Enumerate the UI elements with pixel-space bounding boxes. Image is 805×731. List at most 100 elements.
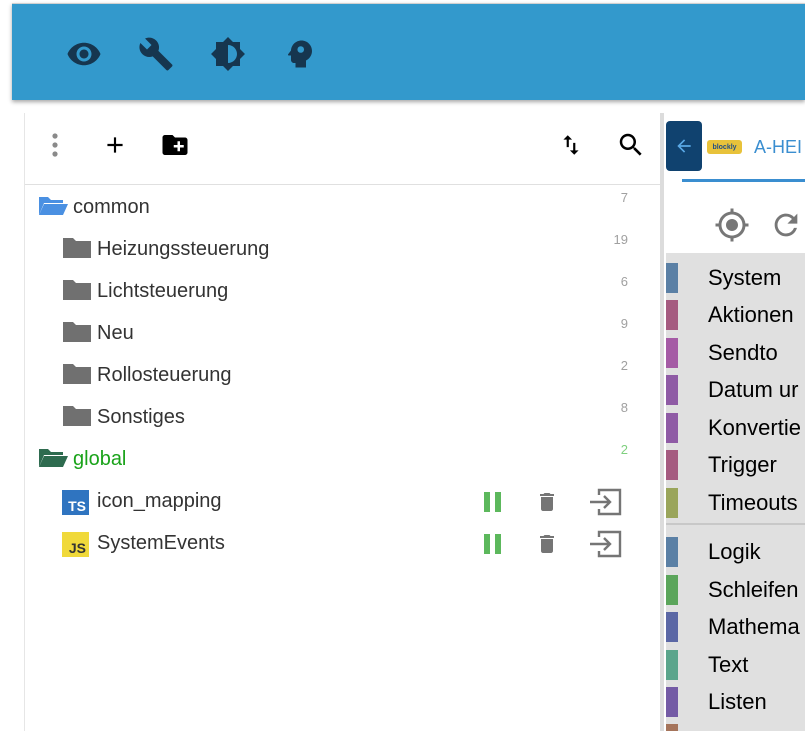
item-count: 8 <box>620 400 628 415</box>
category-label: System <box>708 265 782 290</box>
tree-folder-lichtsteuerung[interactable]: Lichtsteuerung 6 <box>25 270 662 312</box>
head-icon[interactable] <box>282 36 318 72</box>
toolbox-category-mathematik[interactable]: Mathema <box>666 609 805 643</box>
tree-toolbar <box>25 113 662 185</box>
toolbox-category-aktionen[interactable]: Aktionen <box>666 297 805 331</box>
plus-icon[interactable] <box>95 125 135 165</box>
item-count: 2 <box>620 358 628 373</box>
toolbox-category-listen[interactable]: Listen <box>666 684 805 718</box>
brightness-icon[interactable] <box>210 36 246 72</box>
tree-folder-global[interactable]: global 2 <box>25 438 662 480</box>
item-count: 6 <box>620 274 628 289</box>
category-color <box>666 300 678 330</box>
folder-open-icon <box>37 447 69 471</box>
script-tab[interactable]: A-HEI <box>754 137 802 158</box>
toolbox-category-sendto[interactable]: Sendto <box>666 335 805 369</box>
category-label: Listen <box>708 689 767 714</box>
tree-item-label: icon_mapping <box>97 490 222 512</box>
tree-folder-common[interactable]: common 7 <box>25 186 662 228</box>
tab-indicator <box>682 179 805 182</box>
app-bar <box>12 3 805 100</box>
editor-toolbar <box>666 197 805 253</box>
toolbox-category-schleifen[interactable]: Schleifen <box>666 572 805 606</box>
refresh-icon[interactable] <box>766 205 805 245</box>
sort-icon[interactable] <box>551 125 591 165</box>
category-color <box>666 375 678 405</box>
tree-item-label: Lichtsteuerung <box>97 280 229 302</box>
tree-item-label: Sonstiges <box>97 406 185 428</box>
folder-plus-icon[interactable] <box>155 125 195 165</box>
folder-icon <box>61 237 93 261</box>
tree-folder-sonstiges[interactable]: Sonstiges 8 <box>25 396 662 438</box>
typescript-icon: TS <box>62 490 89 515</box>
blockly-logo-text: blockly <box>712 143 737 151</box>
category-label: Schleifen <box>708 577 799 602</box>
toolbox-category-logik[interactable]: Logik <box>666 534 805 568</box>
category-color <box>666 724 678 731</box>
toolbox-category-system[interactable]: System <box>666 260 805 294</box>
tree-script-system-events[interactable]: JS SystemEvents <box>25 522 662 564</box>
category-separator <box>666 523 805 525</box>
folder-icon <box>61 279 93 303</box>
toolbox-category-more[interactable] <box>666 721 805 731</box>
folder-icon <box>61 363 93 387</box>
script-tree-panel: common 7 Heizungssteuerung 19 Lichtsteue… <box>24 113 664 731</box>
category-color <box>666 687 678 717</box>
category-color <box>666 263 678 293</box>
category-label: Datum ur <box>708 377 799 402</box>
toolbox-category-timeouts[interactable]: Timeouts <box>666 485 805 519</box>
export-button[interactable] <box>587 529 623 559</box>
item-count: 7 <box>620 190 628 205</box>
category-label: Timeouts <box>708 490 798 515</box>
tree-item-label: global <box>73 448 127 470</box>
tree-folder-heizungssteuerung[interactable]: Heizungssteuerung 19 <box>25 228 662 270</box>
category-color <box>666 488 678 518</box>
tree-folder-neu[interactable]: Neu 9 <box>25 312 662 354</box>
category-color <box>666 612 678 642</box>
category-color <box>666 450 678 480</box>
eye-icon[interactable] <box>66 36 102 72</box>
wrench-icon[interactable] <box>138 36 174 72</box>
editor-panel: blockly A-HEI System Aktionen Sendto Dat… <box>666 113 805 731</box>
folder-icon <box>61 405 93 429</box>
blockly-logo: blockly <box>707 140 742 154</box>
category-color <box>666 413 678 443</box>
tree-item-label: SystemEvents <box>97 532 225 554</box>
toolbox-category-konvertierung[interactable]: Konvertie <box>666 410 805 444</box>
category-label: Trigger <box>708 452 777 477</box>
category-label: Mathema <box>708 614 800 639</box>
tree-folder-rollosteuerung[interactable]: Rollosteuerung 2 <box>25 354 662 396</box>
tree-item-label: Rollosteuerung <box>97 364 232 386</box>
item-count: 19 <box>613 232 628 247</box>
tree-item-label: Neu <box>97 322 134 344</box>
search-icon[interactable] <box>611 125 651 165</box>
category-label: Text <box>708 652 749 677</box>
panel-splitter[interactable] <box>660 113 664 731</box>
item-count: 9 <box>620 316 628 331</box>
category-label: Konvertie <box>708 415 801 440</box>
category-label: Sendto <box>708 340 778 365</box>
tree-item-label: common <box>73 196 150 218</box>
toolbox-category-datum[interactable]: Datum ur <box>666 372 805 406</box>
export-button[interactable] <box>587 487 623 517</box>
tree-item-label: Heizungssteuerung <box>97 238 270 260</box>
category-color <box>666 650 678 680</box>
category-label: Aktionen <box>708 302 794 327</box>
delete-button[interactable] <box>529 487 565 517</box>
blockly-toolbox: System Aktionen Sendto Datum ur Konverti… <box>666 197 805 731</box>
category-color <box>666 338 678 368</box>
delete-button[interactable] <box>529 529 565 559</box>
pause-button[interactable] <box>475 487 511 517</box>
folder-open-icon <box>37 195 69 219</box>
more-vert-icon[interactable] <box>35 125 75 165</box>
category-color <box>666 537 678 567</box>
back-button[interactable] <box>666 121 702 171</box>
javascript-icon: JS <box>62 532 89 557</box>
category-label: Logik <box>708 539 761 564</box>
toolbox-category-text[interactable]: Text <box>666 647 805 681</box>
locate-icon[interactable] <box>712 205 752 245</box>
tree-script-icon-mapping[interactable]: TS icon_mapping <box>25 480 662 522</box>
toolbox-category-trigger[interactable]: Trigger <box>666 447 805 481</box>
pause-button[interactable] <box>475 529 511 559</box>
item-count: 2 <box>620 442 628 457</box>
